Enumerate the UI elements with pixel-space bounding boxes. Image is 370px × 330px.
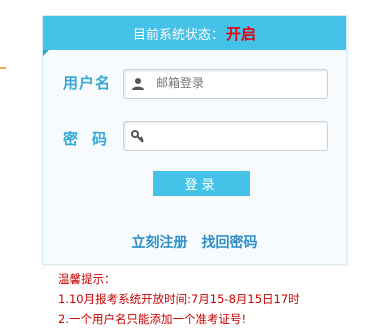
username-input[interactable]: [156, 76, 316, 90]
password-label: 密码: [63, 130, 122, 148]
status-value: 开启: [226, 24, 257, 43]
account-links: 立刻注册 找回密码: [43, 232, 346, 252]
tips-section: 温馨提示： 1.10月报考系统开放时间:7月15-8月15日17时 2.一个用户…: [58, 269, 300, 329]
recover-password-link[interactable]: 找回密码: [202, 232, 258, 252]
edge-marker: [0, 67, 6, 69]
password-input[interactable]: [156, 128, 316, 142]
system-status-bar: 目前系统状态： 开启: [43, 16, 346, 50]
register-link[interactable]: 立刻注册: [132, 232, 188, 252]
username-label: 用户名: [63, 74, 112, 92]
password-field[interactable]: [123, 121, 328, 151]
login-panel: 目前系统状态： 开启 用户名 密码 登录 立刻注册 找回密码: [42, 15, 347, 265]
status-bar-notch: [43, 50, 49, 56]
username-field[interactable]: [123, 69, 328, 99]
tips-title: 温馨提示：: [58, 272, 116, 286]
tip-item: 2.一个用户名只能添加一个准考证号!: [58, 312, 247, 326]
status-label: 目前系统状态：: [132, 27, 224, 43]
tip-item: 1.10月报考系统开放时间:7月15-8月15日17时: [58, 292, 300, 306]
key-icon: [131, 130, 144, 143]
user-icon: [132, 78, 144, 90]
login-button[interactable]: 登录: [153, 171, 250, 196]
login-page: 目前系统状态： 开启 用户名 密码 登录 立刻注册 找回密码 温馨提示：: [0, 0, 370, 330]
